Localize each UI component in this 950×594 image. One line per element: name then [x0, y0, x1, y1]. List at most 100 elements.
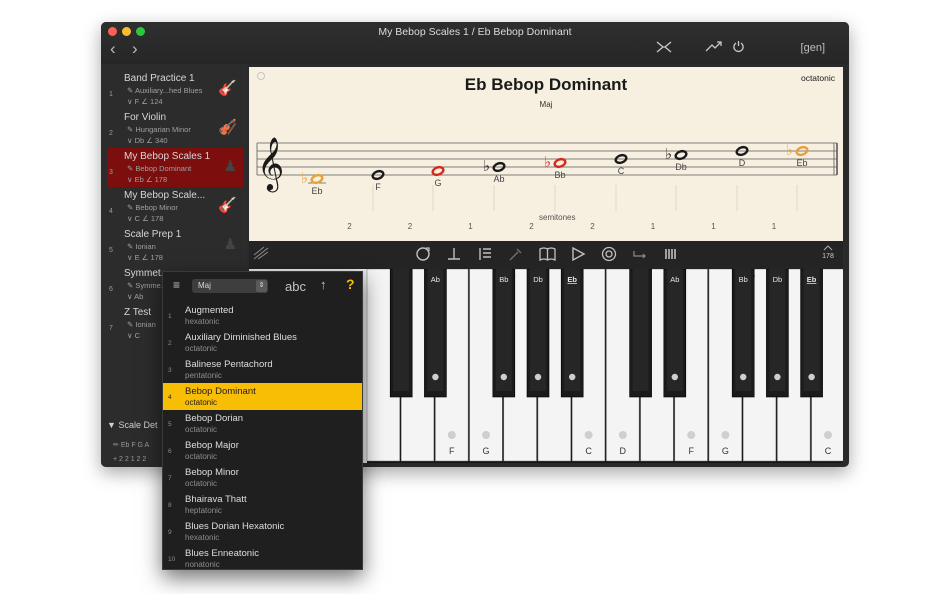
scale-list-item[interactable]: 6 Bebop Major octatonic	[163, 437, 362, 464]
scale-list-name: Augmented	[185, 305, 234, 316]
sidebar-item[interactable]: 1 Band Practice 1 ✎ Auxiliary...hed Blues ∨…	[107, 70, 243, 109]
control-bar: 178	[249, 241, 843, 269]
black-key-label: Bb	[499, 275, 508, 284]
key-marker	[584, 431, 593, 439]
tempo-display[interactable]: 178	[817, 245, 839, 260]
gen-button[interactable]: [gen]	[801, 42, 825, 54]
sidebar-item-name: My Bebop Scale...	[124, 190, 206, 201]
details-steps: + 2 2 1 2 2	[113, 456, 147, 463]
sidebar-item-number: 1	[109, 91, 113, 98]
interval-value: 2	[529, 222, 534, 231]
key-marker	[482, 431, 490, 439]
black-key-label: Db	[533, 275, 543, 284]
interval-value: 1	[711, 222, 716, 231]
black-key-face	[393, 269, 410, 391]
help-button[interactable]: ?	[346, 276, 355, 292]
window-title: My Bebop Scales 1 / Eb Bebop Dominant	[378, 26, 572, 38]
key-marker	[721, 431, 730, 439]
sort-up-icon[interactable]: ↑	[320, 277, 327, 292]
key-marker	[432, 373, 439, 381]
scale-details-header[interactable]: ▼ Scale Det	[107, 420, 157, 430]
loop-icon[interactable]	[415, 246, 431, 265]
root-icon[interactable]	[446, 246, 462, 265]
black-key-face	[564, 269, 581, 391]
sidebar-item[interactable]: 5 Scale Prep 1 ✎ Ionian ∨ E ∠ 178 ♟	[107, 226, 243, 265]
sidebar-item-scale: ✎ Auxiliary...hed Blues	[127, 86, 203, 95]
key-marker	[687, 431, 696, 439]
scale-list-item[interactable]: 10 Blues Enneatonic nonatonic	[163, 545, 362, 569]
sidebar-item-key-tempo: ∨ Db ∠ 340	[127, 136, 168, 145]
flat-sign: ♭	[786, 142, 793, 159]
sidebar-item-name: Z Test	[124, 307, 152, 318]
treble-clef-icon: 𝄞	[257, 136, 284, 192]
sidebar-item[interactable]: 3 My Bebop Scales 1 ✎ Bebop Dominant ∨ Eb ∠…	[107, 148, 243, 187]
power-icon[interactable]	[732, 40, 745, 56]
scale-type-label: octatonic	[800, 73, 835, 83]
scale-list-type: heptatonic	[185, 506, 222, 515]
note-label: Eb	[311, 186, 322, 196]
scale-list-item[interactable]: 1 Augmented hexatonic	[163, 302, 362, 329]
guitar-icon: 🎸	[218, 197, 237, 214]
sidebar-item-number: 2	[109, 130, 113, 137]
scale-list-item[interactable]: 7 Bebop Minor octatonic	[163, 464, 362, 491]
interval-value: 1	[468, 222, 473, 231]
black-key-face	[769, 269, 786, 391]
black-key-label: Bb	[739, 275, 748, 284]
scale-list-item[interactable]: 5 Bebop Dorian octatonic	[163, 410, 362, 437]
staff-lines-icon[interactable]	[253, 246, 269, 263]
reorder-icon[interactable]: ≡	[173, 278, 180, 292]
sidebar-item-key-tempo: ∨ Ab	[127, 292, 144, 301]
note-label: Db	[675, 162, 687, 172]
play-icon[interactable]	[570, 246, 586, 265]
settings-icon[interactable]	[601, 246, 617, 265]
list-icon[interactable]	[477, 246, 493, 265]
black-key-face	[495, 269, 512, 391]
scale-list-item[interactable]: 2 Auxiliary Diminished Blues octatonic	[163, 329, 362, 356]
black-key-face	[735, 269, 752, 391]
sidebar-item[interactable]: 4 My Bebop Scale... ✎ Bebop Minor ∨ C ∠ 178…	[107, 187, 243, 226]
collapse-arrows-icon[interactable]	[655, 40, 673, 56]
black-key-face	[666, 269, 683, 391]
key-marker	[569, 373, 576, 381]
scale-list-number: 6	[168, 448, 172, 455]
scale-list-number: 9	[168, 529, 172, 536]
chevron-right-icon[interactable]: ›	[132, 40, 138, 58]
book-icon[interactable]	[539, 246, 556, 265]
scale-list-number: 8	[168, 502, 172, 509]
scale-list-name: Auxiliary Diminished Blues	[185, 332, 297, 343]
key-marker	[824, 431, 832, 439]
sidebar-item-number: 3	[109, 169, 113, 176]
scale-list-item[interactable]: 8 Bhairava Thatt heptatonic	[163, 491, 362, 518]
arrow-right-icon[interactable]	[632, 246, 648, 265]
scale-family-select[interactable]: Maj ⇕	[192, 279, 268, 293]
guitar-icon: 🎸	[218, 80, 237, 97]
note-label: G	[434, 178, 441, 188]
violin-icon: 🎻	[218, 119, 237, 136]
sidebar-item-name: For Violin	[124, 112, 167, 123]
bars-icon[interactable]	[663, 246, 679, 265]
black-key-label: Ab	[670, 275, 679, 284]
scale-details-label: Scale Det	[118, 420, 158, 430]
chevron-left-icon[interactable]: ‹	[110, 40, 116, 58]
white-key-label: D	[620, 446, 627, 456]
share-icon[interactable]	[705, 40, 723, 56]
flat-sign: ♭	[483, 158, 490, 175]
sidebar-item-number: 5	[109, 247, 113, 254]
sidebar-item-key-tempo: ∨ C	[127, 331, 140, 340]
flat-sign: ♭	[544, 154, 551, 171]
sidebar-item[interactable]: 2 For Violin ✎ Hungarian Minor ∨ Db ∠ 340 🎻	[107, 109, 243, 148]
white-key-label: G	[722, 446, 729, 456]
sidebar-item-scale: ✎ Bebop Dominant	[127, 164, 192, 173]
white-key-label: C	[585, 446, 592, 456]
flat-sign: ♭	[301, 170, 308, 187]
sidebar-item-scale: ✎ Bebop Minor	[127, 203, 178, 212]
guitar-icon[interactable]	[508, 246, 524, 265]
abc-sort-button[interactable]: abc	[285, 279, 306, 294]
scale-list-item[interactable]: 3 Balinese Pentachord pentatonic	[163, 356, 362, 383]
sidebar-item-scale: ✎ Ionian	[127, 320, 156, 329]
black-key-face	[530, 269, 546, 391]
scale-list-name: Bebop Minor	[185, 467, 239, 478]
scale-list-item[interactable]: 4 Bebop Dominant octatonic	[163, 383, 362, 410]
key-marker	[447, 431, 456, 439]
scale-list-item[interactable]: 9 Blues Dorian Hexatonic hexatonic	[163, 518, 362, 545]
